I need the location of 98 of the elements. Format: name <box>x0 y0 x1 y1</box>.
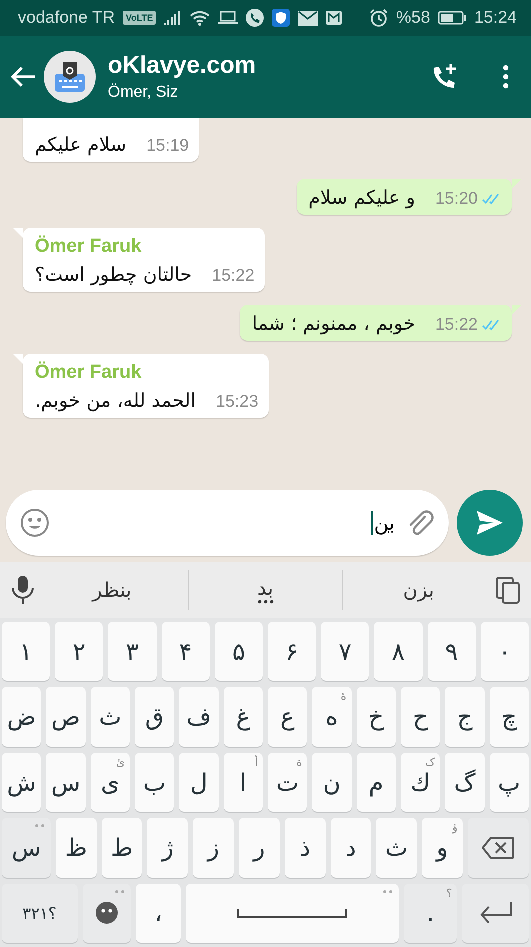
volte-badge: VoLTE <box>123 11 156 25</box>
laptop-icon <box>218 11 238 25</box>
suggestion-chip[interactable]: بزن <box>342 570 495 610</box>
letter-key[interactable]: ۶ <box>268 622 316 682</box>
phone-icon <box>246 9 264 27</box>
letter-key[interactable]: غ <box>224 687 264 747</box>
wifi-icon <box>190 10 210 26</box>
letter-key[interactable]: ر <box>239 818 280 878</box>
message-time: 15:23 <box>216 392 259 412</box>
key-hint: ک <box>425 756 436 769</box>
letter-key[interactable]: ق <box>135 687 174 747</box>
letter-key[interactable]: ۱ <box>2 622 50 682</box>
key-hint: ئ <box>116 756 126 769</box>
suggestion-chip[interactable]: بنظر <box>36 570 188 610</box>
emoji-icon <box>94 901 119 926</box>
letter-key[interactable]: ۷ <box>321 622 370 682</box>
backspace-icon <box>481 836 516 860</box>
letter-key[interactable]: خ <box>356 687 396 747</box>
suggestion-chip[interactable]: بد <box>189 570 342 610</box>
letter-key[interactable]: ۲ <box>55 622 104 682</box>
message-time: 15:22 <box>435 315 478 335</box>
sender-name: Ömer Faruk <box>35 236 143 258</box>
letter-key[interactable]: ظ <box>56 818 97 878</box>
letter-key[interactable]: ف <box>179 687 219 747</box>
key-hint: أ <box>254 756 258 769</box>
letter-key[interactable]: د <box>330 818 372 878</box>
letter-key[interactable]: ص <box>46 687 86 747</box>
letter-key[interactable]: ۵ <box>214 622 263 682</box>
space-bar-icon <box>237 908 348 918</box>
letter-key[interactable]: ، <box>136 884 181 944</box>
signal-icon <box>164 11 182 25</box>
letter-key[interactable]: پ <box>490 752 529 812</box>
letter-key[interactable]: ک ك <box>401 752 440 812</box>
letter-key[interactable]: ث <box>376 818 418 878</box>
letter-key[interactable]: ث <box>90 687 130 747</box>
mail-icon <box>298 10 318 26</box>
key-hint: ۀ <box>340 690 347 704</box>
letter-key[interactable]: چ <box>490 687 529 747</box>
clock-time: 15:24 <box>474 8 517 28</box>
message-text: سلام علیکم <box>35 134 127 156</box>
chat-title: oKlavye.com <box>108 52 258 80</box>
message-text: حالتان چطور است؟ <box>35 264 192 286</box>
clipboard-icon[interactable] <box>495 576 521 604</box>
letter-key[interactable]: م <box>356 752 396 812</box>
battery-icon <box>438 11 466 25</box>
key-hint: ة <box>296 756 302 769</box>
back-arrow-icon[interactable] <box>10 66 36 88</box>
letter-key[interactable]: ۀ ه <box>312 687 352 747</box>
participants: Ömer, Siz <box>108 84 180 102</box>
emoji-key[interactable] <box>82 884 132 944</box>
shield-icon <box>272 9 290 27</box>
message-text: خوبم ، ممنونم ؛ شما <box>252 313 416 335</box>
letter-key[interactable]: ؤ و <box>422 818 463 878</box>
letter-key[interactable]: ج <box>445 687 485 747</box>
letter-key[interactable]: ذ <box>284 818 326 878</box>
alarm-icon <box>370 9 388 27</box>
sender-name: Ömer Faruk <box>35 362 143 384</box>
message-time: 15:19 <box>146 136 190 156</box>
letter-key[interactable]: أ ا <box>224 752 264 812</box>
key-hint: ؟ <box>446 886 452 900</box>
enter-key[interactable] <box>462 884 529 944</box>
mail-icon <box>326 11 342 25</box>
function-key[interactable]: ؟۳۲۱ <box>2 884 78 944</box>
group-avatar[interactable] <box>44 51 96 103</box>
message-input[interactable]: بن <box>6 490 449 556</box>
letter-key[interactable]: ژ <box>147 818 188 878</box>
keyboard-icon <box>53 60 87 94</box>
letter-key[interactable]: ۰ <box>480 622 529 682</box>
emoji-icon[interactable] <box>20 508 50 538</box>
battery-percent: %58 <box>396 8 430 28</box>
letter-key[interactable]: س <box>46 752 86 812</box>
letter-key[interactable]: ۸ <box>374 622 423 682</box>
letter-key[interactable]: ح <box>401 687 440 747</box>
message-time: 15:22 <box>212 266 255 286</box>
letter-key[interactable]: ن <box>312 752 352 812</box>
function-key[interactable]: ؟ . <box>404 884 458 944</box>
letter-key[interactable]: ۹ <box>428 622 476 682</box>
backspace-key[interactable] <box>468 818 529 878</box>
letter-key[interactable]: ز <box>193 818 234 878</box>
microphone-icon[interactable] <box>10 575 36 605</box>
letter-key[interactable]: ۴ <box>162 622 210 682</box>
letter-key[interactable]: ض <box>2 687 42 747</box>
letter-key[interactable]: ش <box>2 752 42 812</box>
carrier-name: vodafone TR <box>18 8 116 28</box>
letter-key[interactable]: گ <box>445 752 485 812</box>
message-text: و علیکم سلام <box>308 187 416 209</box>
send-icon <box>476 510 504 536</box>
letter-key[interactable]: ۳ <box>108 622 157 682</box>
letter-key[interactable]: ب <box>135 752 174 812</box>
letter-key[interactable]: ل <box>179 752 219 812</box>
message-text: الحمد لله، من خوبم. <box>35 390 196 412</box>
letter-key[interactable]: ئ ی <box>90 752 130 812</box>
letter-key[interactable]: ط <box>102 818 142 878</box>
letter-key[interactable]: ة ت <box>268 752 308 812</box>
message-time: 15:20 <box>435 189 478 209</box>
key-hint: ؤ <box>452 821 458 834</box>
letter-key[interactable]: ع <box>268 687 308 747</box>
function-key[interactable]: س <box>2 818 51 878</box>
